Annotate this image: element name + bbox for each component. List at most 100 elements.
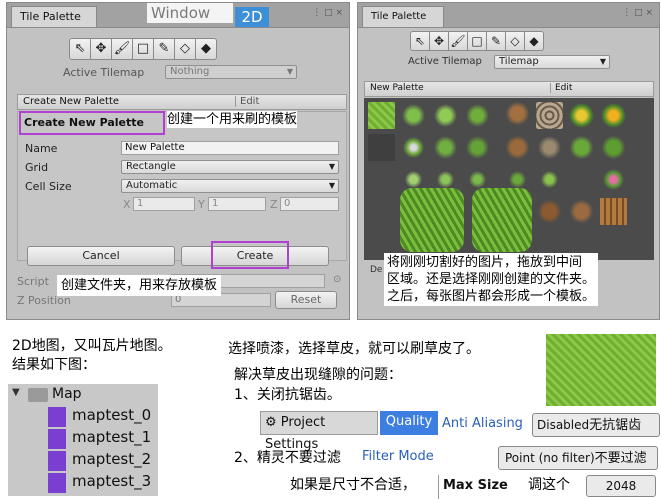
folder-icon <box>28 388 48 402</box>
gear-icon: ⚙ <box>265 415 277 430</box>
file-icon <box>48 407 66 427</box>
tile-plant[interactable] <box>400 134 427 161</box>
tile-large-bush[interactable] <box>400 188 464 252</box>
tile-grass[interactable] <box>368 102 395 129</box>
x-field[interactable]: 1 <box>133 197 195 211</box>
disabled-note: 无抗锯齿 <box>589 418 642 433</box>
tile-flower-pink[interactable] <box>600 166 627 193</box>
fill-bucket-icon[interactable]: ◆ <box>195 38 217 60</box>
tile-stumps[interactable] <box>536 198 563 225</box>
quality-item[interactable]: Quality <box>380 411 438 435</box>
chevron-down-icon: ▼ <box>328 162 335 171</box>
box-fill-icon[interactable]: □ <box>467 31 487 51</box>
tile-bush[interactable] <box>568 134 595 161</box>
z-label: Z <box>270 198 278 211</box>
name-field[interactable]: New Palette <box>121 141 339 155</box>
tile-palette-window-right: Tile Palette ⋮ □ × ⇖ ✥ 🖌 □ ✎ ◇ ◆ Active … <box>357 2 660 320</box>
tile-plant[interactable] <box>464 102 491 129</box>
cellsize-dropdown[interactable]: Automatic ▼ <box>121 179 339 193</box>
file-icon <box>48 473 66 493</box>
edit-toggle[interactable]: Edit <box>235 96 259 107</box>
menu-2d-overlay: 2D <box>235 7 269 27</box>
cellsize-label: Cell Size <box>25 180 72 193</box>
max-size-label: Max Size <box>438 475 520 499</box>
file-label[interactable]: maptest_2 <box>72 450 151 468</box>
disabled-value: Disabled <box>537 418 590 432</box>
tile-flowers-yellow[interactable] <box>568 102 595 129</box>
y-label: Y <box>198 198 205 211</box>
file-label[interactable]: maptest_3 <box>72 472 151 490</box>
bottom-cutoff-label: De <box>370 265 383 275</box>
palette-dropdown[interactable]: Create New Palette <box>23 96 119 107</box>
tile-plant[interactable] <box>464 134 491 161</box>
file-label[interactable]: maptest_0 <box>72 406 151 424</box>
tile-plant[interactable] <box>432 102 459 129</box>
caption-size: 如果是尺寸不合适， <box>290 477 416 493</box>
active-tilemap-dropdown[interactable]: Nothing ▼ <box>165 65 297 79</box>
annotation-template: 创建一个用来刷的模板 <box>167 111 298 128</box>
point-value: Point (no filter) <box>505 451 595 465</box>
edit-toggle[interactable]: Edit <box>550 83 572 93</box>
tile-plant[interactable] <box>432 134 459 161</box>
tile-plant[interactable] <box>400 102 427 129</box>
chevron-down-icon: ▼ <box>328 181 335 190</box>
window-controls[interactable]: ⋮ □ × <box>312 8 343 18</box>
tile-stump[interactable] <box>504 134 531 161</box>
move-tool-icon[interactable]: ✥ <box>429 31 449 51</box>
reset-button[interactable]: Reset <box>275 291 337 309</box>
tile-stumps[interactable] <box>568 198 595 225</box>
tool-bar: ⇖ ✥ 🖌 □ ✎ ◇ ◆ <box>69 38 217 60</box>
eraser-icon[interactable]: ◇ <box>174 38 196 60</box>
max-size-dropdown[interactable]: 2048 <box>586 475 656 497</box>
divider <box>0 322 662 328</box>
project-settings-tab[interactable]: ⚙ Project Settings <box>260 411 378 452</box>
point-note: 不要过滤 <box>594 451 647 466</box>
picker-icon[interactable]: ✎ <box>486 31 506 51</box>
caption-spray: 选择喷漆，选择草皮，就可以刷草皮了。 <box>228 341 480 357</box>
y-field[interactable]: 1 <box>208 197 266 211</box>
tile-logs[interactable] <box>600 198 627 225</box>
tile-sprout[interactable] <box>536 166 563 193</box>
tile-flowers-yellow[interactable] <box>600 102 627 129</box>
file-icon <box>48 429 66 449</box>
caption-2d-map: 2D地图，又叫瓦片地图。 <box>12 338 172 354</box>
tab-tile-palette[interactable]: Tile Palette <box>11 6 97 27</box>
select-tool-icon[interactable]: ⇖ <box>410 31 430 51</box>
annotation-folder: 创建文件夹，用来存放模板 <box>57 275 222 296</box>
folder-label-map[interactable]: Map <box>52 386 82 402</box>
tile-rocks[interactable] <box>536 102 563 129</box>
anno-line-1: 将刚刚切割好的图片，拖放到中间 <box>387 254 596 271</box>
script-target-icon[interactable]: ⊙ <box>333 274 341 285</box>
window-controls[interactable]: ⋮ □ × <box>622 8 653 18</box>
caption-gap-title: 解决草皮出现缝隙的问题： <box>234 367 402 383</box>
tile-rock[interactable] <box>536 134 563 161</box>
move-tool-icon[interactable]: ✥ <box>90 38 112 60</box>
tile-large-bush[interactable] <box>472 188 532 252</box>
filter-mode-dropdown[interactable]: Point (no filter)不要过滤 <box>498 446 658 470</box>
paint-brush-icon[interactable]: 🖌 <box>448 31 468 51</box>
box-fill-icon[interactable]: □ <box>132 38 154 60</box>
cancel-button[interactable]: Cancel <box>27 246 175 266</box>
select-tool-icon[interactable]: ⇖ <box>69 38 91 60</box>
eraser-icon[interactable]: ◇ <box>505 31 525 51</box>
paint-brush-icon[interactable]: 🖌 <box>111 38 133 60</box>
tab-tile-palette[interactable]: Tile Palette <box>362 6 444 27</box>
grid-dropdown[interactable]: Rectangle ▼ <box>121 160 339 174</box>
anno-line-3: 之后，每张图片都会形成一个模板。 <box>387 288 596 305</box>
collapse-arrow-icon[interactable]: ▼ <box>12 387 20 398</box>
z-field[interactable]: 0 <box>280 197 339 211</box>
tile-bush[interactable] <box>600 134 627 161</box>
active-tilemap-dropdown[interactable]: Tilemap ▼ <box>494 55 610 69</box>
picker-icon[interactable]: ✎ <box>153 38 175 60</box>
palette-dropdown[interactable]: New Palette <box>370 83 424 93</box>
anti-aliasing-dropdown[interactable]: Disabled无抗锯齿 <box>532 413 660 437</box>
fill-bucket-icon[interactable]: ◆ <box>524 31 544 51</box>
active-tilemap-label: Active Tilemap <box>63 66 145 79</box>
filter-mode-label: Filter Mode <box>362 449 434 464</box>
file-label[interactable]: maptest_1 <box>72 428 151 446</box>
palette-tile-area[interactable] <box>364 98 654 260</box>
caption-result: 结果如下图： <box>12 357 96 373</box>
active-tilemap-value: Nothing <box>170 66 210 77</box>
tile-empty[interactable] <box>368 134 395 161</box>
tile-stump[interactable] <box>504 100 531 127</box>
